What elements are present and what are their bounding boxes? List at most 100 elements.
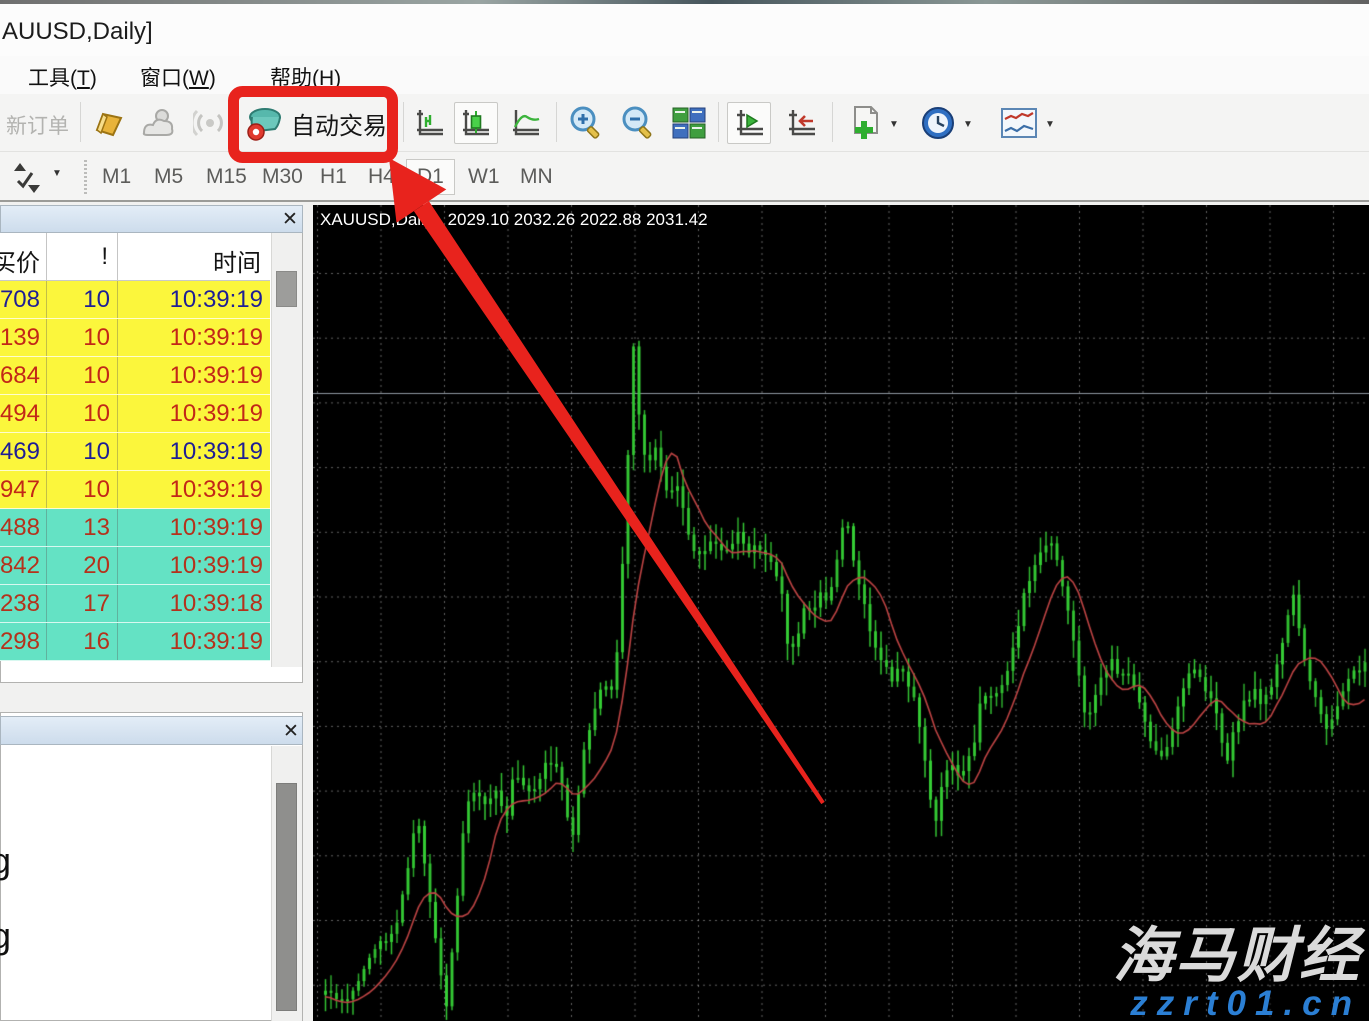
- watermark-url: zzrt01.cn: [1113, 986, 1361, 1021]
- timeframe-button-M15[interactable]: M15: [196, 159, 257, 195]
- timeframe-button-H1[interactable]: H1: [310, 159, 357, 195]
- cursor-modes-button[interactable]: [6, 157, 48, 199]
- cell-spread: 10: [46, 362, 110, 390]
- periods-button[interactable]: [916, 102, 960, 144]
- column-divider: [46, 585, 47, 622]
- timeframe-button-D1[interactable]: D1: [406, 159, 455, 195]
- column-divider: [117, 433, 118, 470]
- new-order-button[interactable]: 新订单: [6, 110, 69, 140]
- navigator-close-icon[interactable]: ✕: [283, 722, 299, 741]
- toolbar-separator: [80, 102, 81, 142]
- column-header-time[interactable]: 时间: [117, 243, 261, 278]
- column-header-bid[interactable]: 买价: [0, 243, 40, 278]
- market-watch-row[interactable]: 8422010:39:19: [0, 547, 270, 585]
- column-divider: [117, 233, 118, 280]
- bar-chart-mode-button[interactable]: [408, 102, 452, 144]
- navigator-panel: [0, 712, 303, 1021]
- cell-time: 10:39:19: [117, 514, 263, 542]
- market-watch-row[interactable]: 2381710:39:18: [0, 585, 270, 623]
- cell-price: 139: [0, 324, 40, 352]
- cell-time: 10:39:19: [117, 628, 263, 656]
- price-chart[interactable]: [313, 205, 1369, 1021]
- cursor-dropdown-arrow[interactable]: ▼: [52, 168, 62, 179]
- column-header-spread[interactable]: !: [46, 243, 108, 271]
- timeframe-button-W1[interactable]: W1: [458, 159, 510, 195]
- zoom-out-button[interactable]: [614, 102, 662, 144]
- chart-shift-button[interactable]: [779, 102, 823, 144]
- column-divider: [117, 471, 118, 508]
- timeframe-button-M5[interactable]: M5: [144, 159, 193, 195]
- clock-periods-icon: [920, 105, 956, 141]
- watermark: 海马财经 zzrt01.cn: [1113, 926, 1361, 1021]
- toolbar-separator: [718, 102, 719, 142]
- indicators-button[interactable]: [843, 102, 887, 144]
- column-divider: [46, 319, 47, 356]
- market-watch-row[interactable]: 7081010:39:19: [0, 281, 270, 319]
- cell-price: 469: [0, 438, 40, 466]
- line-chart-mode-button[interactable]: [504, 102, 548, 144]
- arrows-check-icon: [10, 161, 44, 195]
- autotrade-button[interactable]: 自动交易: [238, 102, 394, 144]
- market-watch-rows: 7081010:39:191391010:39:196841010:39:194…: [0, 281, 270, 661]
- market-watch-row[interactable]: 4941010:39:19: [0, 395, 270, 433]
- zoom-in-button[interactable]: [562, 102, 610, 144]
- main-toolbar: 新订单: [0, 94, 1369, 152]
- cell-time: 10:39:19: [117, 324, 263, 352]
- cell-price: 708: [0, 286, 40, 314]
- timeframe-button-MN[interactable]: MN: [510, 159, 563, 195]
- timeframe-button-H4[interactable]: H4: [358, 159, 405, 195]
- deposit-gold-icon[interactable]: [86, 102, 130, 144]
- market-watch-row[interactable]: 6841010:39:19: [0, 357, 270, 395]
- market-watch-row[interactable]: 4881310:39:19: [0, 509, 270, 547]
- chart-shift-icon: [785, 107, 817, 139]
- navigator-item-fragment[interactable]: g: [0, 915, 11, 957]
- market-watch-scrollbar-thumb[interactable]: [276, 271, 297, 307]
- column-divider: [46, 433, 47, 470]
- antenna-waves-icon: [193, 107, 227, 139]
- market-watch-row[interactable]: 1391010:39:19: [0, 319, 270, 357]
- menu-item-T[interactable]: 工具(T): [28, 62, 97, 92]
- cell-time: 10:39:19: [117, 286, 263, 314]
- chart-symbol-label: XAUUSD,Daily: [320, 210, 433, 229]
- menu-bar: 工具(T) 窗口(W) 帮助(H): [0, 56, 1369, 94]
- indicators-dropdown-arrow[interactable]: ▼: [889, 119, 899, 130]
- column-divider: [46, 471, 47, 508]
- tile-windows-icon: [671, 106, 707, 140]
- menu-item-W[interactable]: 窗口(W): [140, 62, 216, 92]
- market-watch-title-bar: [0, 205, 303, 233]
- cell-spread: 10: [46, 476, 110, 504]
- cell-time: 10:39:18: [117, 590, 263, 618]
- zoom-in-icon: [566, 104, 606, 142]
- signal-icon[interactable]: [188, 102, 232, 144]
- candlestick-mode-button[interactable]: [454, 102, 498, 144]
- navigator-item-fragment[interactable]: g: [0, 840, 11, 882]
- tile-windows-button[interactable]: [666, 102, 712, 144]
- column-divider: [46, 357, 47, 394]
- column-divider: [46, 547, 47, 584]
- market-watch-header-row: 买价 ! 时间: [0, 233, 270, 281]
- column-divider: [117, 509, 118, 546]
- market-watch-row[interactable]: 4691010:39:19: [0, 433, 270, 471]
- cell-spread: 10: [46, 400, 110, 428]
- navigator-title-bar: [0, 716, 303, 745]
- navigator-scrollbar-thumb[interactable]: [276, 783, 297, 1011]
- market-watch-row[interactable]: 9471010:39:19: [0, 471, 270, 509]
- auto-scroll-icon: [733, 107, 765, 139]
- cell-price: 488: [0, 514, 40, 542]
- toolbar-grip[interactable]: [84, 160, 87, 196]
- cell-time: 10:39:19: [117, 476, 263, 504]
- market-watch-row[interactable]: 2981610:39:19: [0, 623, 270, 661]
- autotrade-button-label: 自动交易: [291, 106, 387, 141]
- template-chart-icon: [1000, 107, 1038, 139]
- templates-button[interactable]: [996, 102, 1042, 144]
- timeframe-button-M30[interactable]: M30: [252, 159, 313, 195]
- menu-item-H[interactable]: 帮助(H): [270, 62, 341, 92]
- column-divider: [117, 395, 118, 432]
- publisher-icon[interactable]: [136, 102, 180, 144]
- templates-dropdown-arrow[interactable]: ▼: [1045, 119, 1055, 130]
- cell-spread: 17: [46, 590, 110, 618]
- market-watch-close-icon[interactable]: ✕: [282, 210, 298, 229]
- auto-scroll-button[interactable]: [727, 102, 771, 144]
- timeframe-button-M1[interactable]: M1: [92, 159, 141, 195]
- periods-dropdown-arrow[interactable]: ▼: [963, 119, 973, 130]
